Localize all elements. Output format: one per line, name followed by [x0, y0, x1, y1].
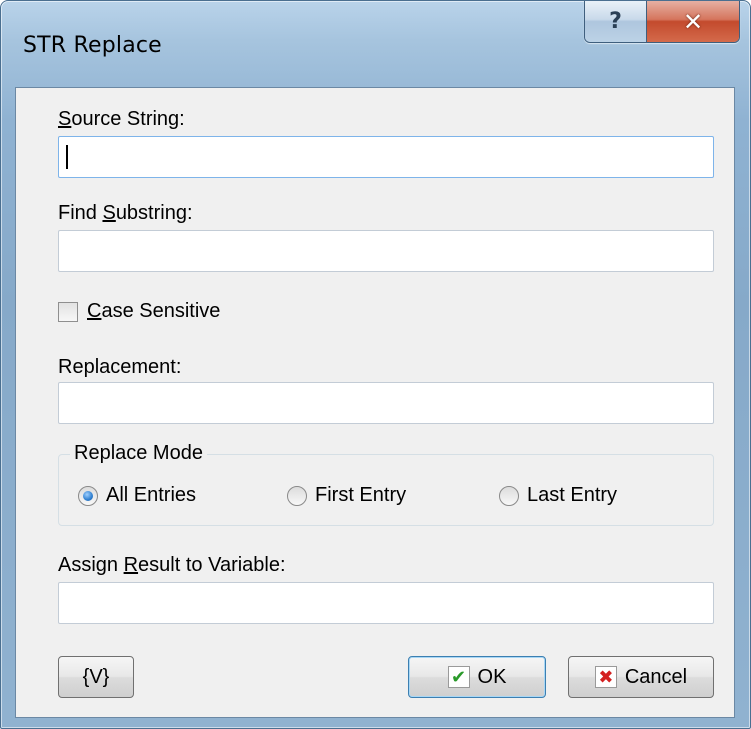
checkbox-box[interactable]	[58, 301, 78, 322]
radio-label: First Entry	[315, 484, 407, 506]
variables-button[interactable]: {V}	[58, 656, 134, 698]
radio-button[interactable]	[287, 485, 307, 506]
help-button[interactable]: ?	[585, 1, 647, 42]
replacement-input[interactable]	[58, 382, 714, 424]
source-string-label: Source String:	[58, 108, 185, 130]
text-caret	[66, 145, 68, 169]
radio-all-entries[interactable]: All Entries	[78, 484, 196, 507]
radio-last-entry[interactable]: Last Entry	[499, 484, 617, 507]
source-string-input[interactable]	[58, 136, 714, 178]
close-button[interactable]: ✕	[647, 1, 739, 42]
variables-button-label: {V}	[82, 665, 110, 688]
radio-label: All Entries	[106, 484, 197, 506]
check-icon: ✔	[447, 666, 470, 688]
caption-buttons: ? ✕	[584, 1, 740, 43]
cancel-button-label: Cancel	[624, 665, 688, 688]
case-sensitive-checkbox[interactable]: Case Sensitive	[58, 300, 220, 323]
ok-button-label: OK	[477, 665, 507, 688]
radio-first-entry[interactable]: First Entry	[287, 484, 406, 507]
x-icon: ✖	[594, 666, 617, 688]
ok-button[interactable]: ✔ OK	[408, 656, 546, 698]
close-icon: ✕	[682, 7, 704, 36]
dialog-client-area: Source String: Find Substring: Case Sens…	[15, 87, 735, 718]
dialog-window: STR Replace ? ✕ Source String: Find Subs…	[0, 0, 751, 729]
window-title: STR Replace	[23, 33, 162, 58]
help-icon: ?	[609, 9, 622, 34]
assign-result-label: Assign Result to Variable:	[58, 554, 286, 576]
replace-mode-title: Replace Mode	[70, 442, 207, 465]
radio-label: Last Entry	[527, 484, 618, 506]
find-substring-label: Find Substring:	[58, 202, 193, 224]
title-bar[interactable]: STR Replace ? ✕	[1, 1, 750, 87]
radio-button[interactable]	[499, 485, 519, 506]
cancel-button[interactable]: ✖ Cancel	[568, 656, 714, 698]
replacement-label: Replacement:	[58, 356, 182, 378]
find-substring-input[interactable]	[58, 230, 714, 272]
case-sensitive-label: Case Sensitive	[87, 300, 221, 322]
assign-result-input[interactable]	[58, 582, 714, 624]
radio-button-selected[interactable]	[78, 485, 98, 506]
